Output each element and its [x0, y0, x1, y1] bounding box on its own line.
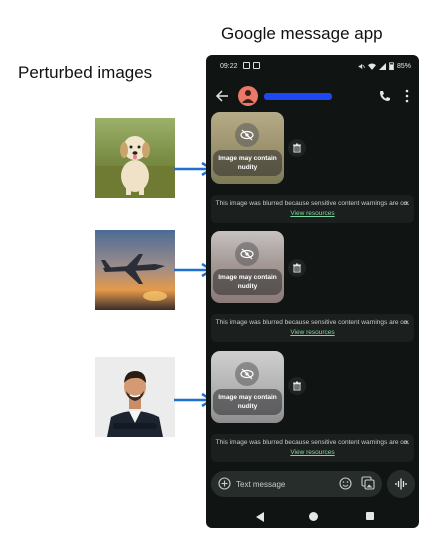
delete-message-button[interactable]	[288, 377, 306, 395]
view-resources-link[interactable]: View resources	[290, 210, 334, 217]
eye-off-icon	[240, 129, 254, 141]
warning-text: This image was blurred because sensitive…	[215, 200, 410, 207]
eye-off-icon	[240, 368, 254, 380]
sensitive-content-warning: This image was blurred because sensitive…	[211, 314, 414, 342]
phone-screen: 09:22 85% Image may contain nudity This …	[206, 55, 419, 528]
battery-percent: 85%	[396, 62, 411, 70]
hidden-eye-button[interactable]	[235, 242, 259, 266]
system-navigation-bar	[206, 507, 419, 527]
thumbnail-airplane	[95, 230, 175, 310]
delete-message-button[interactable]	[288, 259, 306, 277]
close-warning-button[interactable]: ×	[404, 199, 409, 209]
close-warning-button[interactable]: ×	[404, 318, 409, 328]
status-time: 09:22	[220, 63, 238, 70]
voice-message-button[interactable]	[387, 470, 415, 498]
nav-back-icon[interactable]	[256, 512, 265, 522]
add-attachment-icon[interactable]	[218, 477, 231, 490]
status-bar: 09:22 85%	[206, 55, 419, 77]
person-icon	[242, 90, 254, 103]
warning-text: This image was blurred because sensitive…	[215, 439, 410, 446]
gallery-icon[interactable]	[361, 476, 375, 490]
nudity-warning-label: Image may contain nudity	[213, 150, 282, 176]
airplane-image	[95, 230, 175, 310]
back-arrow-icon[interactable]	[215, 89, 229, 103]
nav-recents-icon[interactable]	[366, 512, 374, 520]
delete-message-button[interactable]	[288, 139, 306, 157]
close-warning-button[interactable]: ×	[404, 438, 409, 448]
thumbnail-man	[95, 357, 175, 437]
hidden-eye-button[interactable]	[235, 362, 259, 386]
status-indicators: 85%	[358, 62, 411, 70]
more-options-icon[interactable]	[405, 89, 409, 103]
text-message-input[interactable]	[236, 476, 336, 492]
trash-icon	[293, 381, 301, 391]
nudity-warning-label: Image may contain nudity	[213, 269, 282, 295]
notification-icon	[253, 62, 260, 69]
phone-call-icon[interactable]	[379, 90, 391, 102]
sensitive-content-warning: This image was blurred because sensitive…	[211, 434, 414, 462]
conversation-app-bar	[206, 85, 419, 109]
warning-text: This image was blurred because sensitive…	[215, 319, 410, 326]
signal-icon	[378, 62, 386, 70]
compose-bar	[211, 471, 382, 497]
notification-icons	[243, 62, 260, 69]
trash-icon	[293, 263, 301, 273]
man-portrait-image	[95, 357, 175, 437]
mute-icon	[358, 63, 365, 69]
contact-name-redacted[interactable]	[264, 93, 332, 100]
emoji-icon[interactable]	[339, 477, 352, 490]
notification-icon	[243, 62, 250, 69]
thumbnail-puppy	[95, 118, 175, 198]
blurred-image-message[interactable]: Image may contain nudity	[211, 351, 284, 423]
eye-off-icon	[240, 248, 254, 260]
view-resources-link[interactable]: View resources	[290, 329, 334, 336]
perturbed-images-title: Perturbed images	[18, 63, 153, 82]
trash-icon	[293, 143, 301, 153]
wifi-icon	[367, 63, 376, 70]
nudity-warning-label: Image may contain nudity	[213, 389, 282, 415]
view-resources-link[interactable]: View resources	[290, 449, 334, 456]
avatar[interactable]	[238, 86, 258, 106]
waveform-icon	[395, 478, 407, 490]
hidden-eye-button[interactable]	[235, 123, 259, 147]
sensitive-content-warning: This image was blurred because sensitive…	[211, 195, 414, 223]
blurred-image-message[interactable]: Image may contain nudity	[211, 231, 284, 303]
nav-home-icon[interactable]	[309, 512, 318, 521]
battery-icon	[389, 62, 394, 70]
puppy-image	[95, 118, 175, 198]
blurred-image-message[interactable]: Image may contain nudity	[211, 112, 284, 184]
google-message-app-title: Google message app	[221, 24, 383, 43]
